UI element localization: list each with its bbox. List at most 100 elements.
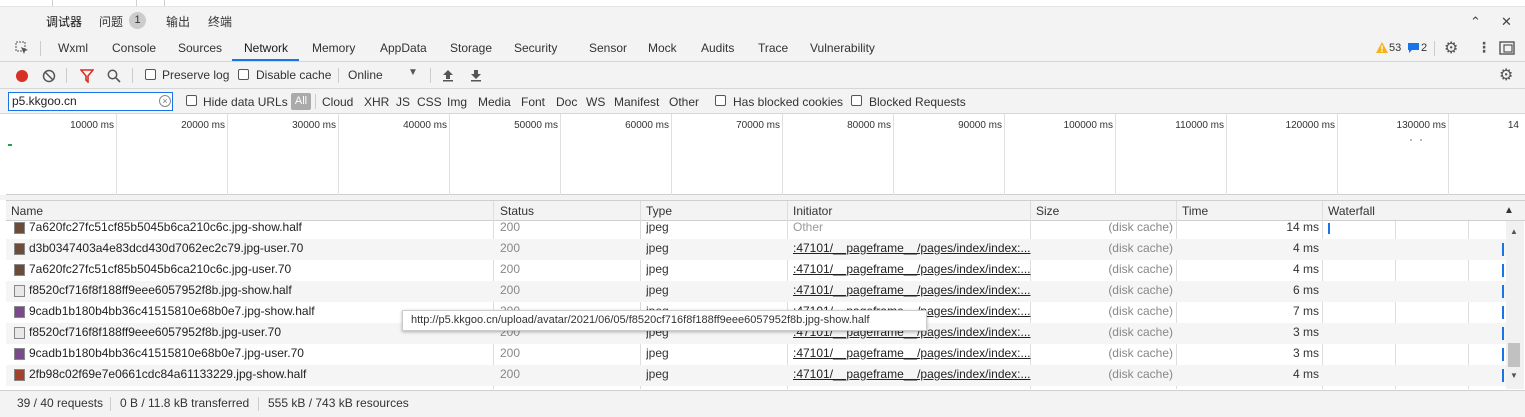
table-row[interactable]: 9cadb1b180b4bb36c41515810e68b0e7.jpg-use… [6, 344, 1506, 365]
inspect-element-icon[interactable] [15, 41, 29, 55]
hide-data-urls-checkbox[interactable] [186, 95, 197, 106]
throttling-select[interactable]: Online [348, 68, 383, 82]
tab-wxml[interactable]: Wxml [58, 41, 88, 55]
column-header-waterfall[interactable]: Waterfall [1328, 204, 1375, 218]
collapse-icon[interactable]: ⌃ [1470, 14, 1481, 30]
filter-type-font[interactable]: Font [521, 95, 545, 109]
clear-filter-icon[interactable]: × [159, 95, 171, 107]
close-icon[interactable]: ✕ [1501, 14, 1512, 30]
tab-debugger[interactable]: 调试器 [46, 13, 82, 30]
network-toolbar: Preserve log Disable cache Online ▼ ⚙ [0, 62, 1525, 89]
search-icon[interactable] [107, 69, 121, 83]
filter-type-doc[interactable]: Doc [556, 95, 577, 109]
tab-appdata[interactable]: AppData [380, 41, 427, 55]
disable-cache-checkbox[interactable] [238, 69, 249, 80]
message-count[interactable]: 2 [1421, 42, 1427, 54]
network-status-bar: 39 / 40 requests 0 B / 11.8 kB transferr… [0, 390, 1525, 417]
tab-storage[interactable]: Storage [450, 41, 492, 55]
scroll-up-icon[interactable]: ▲ [1510, 227, 1518, 236]
settings-gear-icon[interactable]: ⚙ [1444, 38, 1458, 58]
dock-side-icon[interactable] [1499, 41, 1515, 55]
waterfall-bar [1502, 285, 1504, 298]
tab-memory[interactable]: Memory [312, 41, 355, 55]
filter-type-css[interactable]: CSS [417, 95, 442, 109]
network-settings-gear-icon[interactable]: ⚙ [1499, 65, 1513, 85]
column-header-name[interactable]: Name [11, 204, 43, 218]
timeline-tick-label: 10000 ms [70, 120, 114, 131]
has-blocked-cookies-label: Has blocked cookies [733, 95, 844, 109]
image-file-icon [14, 285, 25, 297]
request-status: 200 [500, 221, 521, 234]
column-header-initiator[interactable]: Initiator [793, 204, 832, 218]
request-name[interactable]: 9cadb1b180b4bb36c41515810e68b0e7.jpg-use… [29, 346, 499, 360]
sort-ascending-icon[interactable]: ▲ [1504, 205, 1514, 216]
more-options-icon[interactable]: ⋮ [1477, 39, 1491, 56]
has-blocked-cookies-checkbox[interactable] [715, 95, 726, 106]
grid-line [671, 114, 672, 195]
import-har-icon[interactable] [442, 69, 454, 82]
request-name[interactable]: 7a620fc27fc51cf85b5045b6ca210c6c.jpg-sho… [29, 221, 499, 234]
dropdown-arrow-icon[interactable]: ▼ [408, 67, 418, 78]
request-name[interactable]: f8520cf716f8f188ff9eee6057952f8b.jpg-sho… [29, 283, 499, 297]
tab-sensor[interactable]: Sensor [589, 41, 627, 55]
waterfall-bar [1502, 327, 1504, 340]
request-name[interactable]: 7a620fc27fc51cf85b5045b6ca210c6c.jpg-use… [29, 262, 499, 276]
table-row[interactable]: 2fb98c02f69e7e0661cdc84a61133229.jpg-sho… [6, 365, 1506, 386]
column-header-time[interactable]: Time [1182, 204, 1208, 218]
tab-vulnerability[interactable]: Vulnerability [810, 41, 875, 55]
filter-type-cloud[interactable]: Cloud [322, 95, 353, 109]
request-initiator-link[interactable]: :47101/__pageframe__/pages/index/index:.… [793, 283, 1033, 297]
blocked-requests-checkbox[interactable] [851, 95, 862, 106]
request-time: 14 ms [1286, 221, 1319, 234]
filter-type-ws[interactable]: WS [586, 95, 605, 109]
scroll-down-icon[interactable]: ▼ [1510, 371, 1518, 380]
timeline-tick-label: 120000 ms [1285, 120, 1335, 131]
tab-trace[interactable]: Trace [758, 41, 788, 55]
column-header-type[interactable]: Type [646, 204, 672, 218]
clear-icon[interactable] [42, 69, 56, 83]
preserve-log-checkbox[interactable] [145, 69, 156, 80]
scrollbar-thumb[interactable] [1508, 343, 1520, 367]
waterfall-bar [1328, 223, 1330, 234]
request-initiator-link[interactable]: :47101/__pageframe__/pages/index/index:.… [793, 346, 1033, 360]
tab-audits[interactable]: Audits [701, 41, 734, 55]
tab-issues[interactable]: 问题 [99, 13, 123, 30]
request-initiator-link[interactable]: :47101/__pageframe__/pages/index/index:.… [793, 262, 1033, 276]
strip-tick [136, 0, 137, 6]
export-har-icon[interactable] [470, 69, 482, 82]
request-initiator-link[interactable]: :47101/__pageframe__/pages/index/index:.… [793, 241, 1033, 255]
filter-icon[interactable] [80, 69, 94, 83]
filter-type-manifest[interactable]: Manifest [614, 95, 659, 109]
timeline-overview[interactable]: 10000 ms 20000 ms 30000 ms 40000 ms 5000… [6, 114, 1525, 195]
tab-security[interactable]: Security [514, 41, 557, 55]
table-row[interactable]: d3b0347403a4e83dcd430d7062ec2c79.jpg-use… [6, 239, 1506, 260]
table-row[interactable]: 7a620fc27fc51cf85b5045b6ca210c6c.jpg-sho… [6, 221, 1506, 239]
request-size: (disk cache) [1108, 221, 1173, 234]
table-row[interactable]: 7a620fc27fc51cf85b5045b6ca210c6c.jpg-use… [6, 260, 1506, 281]
filter-type-media[interactable]: Media [478, 95, 511, 109]
filter-type-img[interactable]: Img [447, 95, 467, 109]
filter-type-other[interactable]: Other [669, 95, 699, 109]
url-tooltip: http://p5.kkgoo.cn/upload/avatar/2021/06… [402, 310, 927, 331]
request-name[interactable]: d3b0347403a4e83dcd430d7062ec2c79.jpg-use… [29, 241, 499, 255]
column-header-size[interactable]: Size [1036, 204, 1059, 218]
tab-sources[interactable]: Sources [178, 41, 222, 55]
warning-count[interactable]: 53 [1389, 42, 1401, 54]
table-scrollbar[interactable]: ▲ ▼ [1506, 221, 1524, 389]
tab-network[interactable]: Network [244, 41, 288, 55]
table-row[interactable]: f8520cf716f8f188ff9eee6057952f8b.jpg-sho… [6, 281, 1506, 302]
tab-mock[interactable]: Mock [648, 41, 677, 55]
requests-table-body: 7a620fc27fc51cf85b5045b6ca210c6c.jpg-sho… [6, 221, 1506, 389]
column-header-status[interactable]: Status [500, 204, 534, 218]
record-icon[interactable] [15, 69, 29, 83]
tab-terminal[interactable]: 终端 [208, 13, 232, 30]
tab-console[interactable]: Console [112, 41, 156, 55]
request-initiator-link[interactable]: :47101/__pageframe__/pages/index/index:.… [793, 367, 1033, 381]
filter-type-xhr[interactable]: XHR [364, 95, 389, 109]
filter-input[interactable]: p5.kkgoo.cn [8, 92, 173, 111]
filter-type-js[interactable]: JS [396, 95, 410, 109]
filter-type-all[interactable]: All [291, 93, 311, 110]
tab-output[interactable]: 输出 [166, 13, 190, 30]
column-divider [640, 201, 641, 221]
request-name[interactable]: 2fb98c02f69e7e0661cdc84a61133229.jpg-sho… [29, 367, 499, 381]
